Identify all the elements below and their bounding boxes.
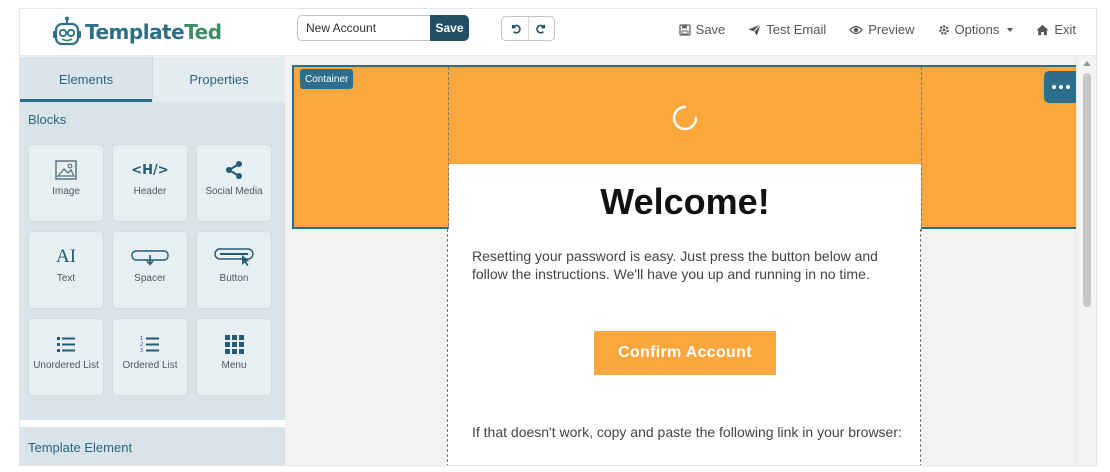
image-icon — [55, 159, 77, 181]
template-name-group: Save — [297, 15, 469, 41]
grid-icon — [224, 333, 244, 355]
dot-icon — [1066, 85, 1070, 89]
block-label: Social Media — [205, 186, 263, 197]
test-email-action[interactable]: Test Email — [748, 22, 826, 37]
block-label: Ordered List — [122, 360, 178, 371]
exit-action[interactable]: Exit — [1036, 22, 1076, 37]
header-icon: <H/> — [131, 159, 168, 181]
link-instructions-paragraph[interactable]: If that doesn't work, copy and paste the… — [472, 423, 902, 441]
gear-icon — [938, 24, 949, 35]
container-block[interactable]: Welcome! Container — [292, 65, 1078, 231]
svg-text:3: 3 — [140, 348, 143, 353]
chevron-down-icon — [1007, 27, 1014, 32]
confirm-account-button[interactable]: Confirm Account — [594, 331, 776, 375]
block-menu[interactable]: Menu — [196, 318, 272, 396]
welcome-block[interactable]: Welcome! — [449, 164, 921, 231]
unordered-list-icon — [56, 333, 76, 355]
block-label: Image — [52, 186, 80, 197]
floppy-disk-icon — [679, 23, 691, 36]
canvas-scrollbar[interactable] — [1076, 57, 1096, 465]
sidebar-tabs: Elements Properties — [20, 57, 285, 102]
dot-icon — [1052, 85, 1056, 89]
template-name-input[interactable] — [297, 15, 430, 41]
eye-icon — [849, 25, 864, 34]
logo[interactable]: TemplateTed — [52, 15, 222, 49]
logo-text-template: Template — [85, 20, 185, 44]
toolbar-actions: Save Test Email Preview Options Exit — [679, 22, 1076, 37]
app-window: TemplateTed Save Save Test Email — [19, 8, 1097, 466]
paper-plane-icon — [748, 23, 762, 35]
ordered-list-icon: 123 — [140, 333, 160, 355]
block-label: Spacer — [134, 273, 166, 284]
logo-text: TemplateTed — [85, 20, 222, 44]
tab-elements[interactable]: Elements — [20, 57, 152, 102]
block-ordered-list[interactable]: 123 Ordered List — [112, 318, 188, 396]
block-label: Menu — [221, 360, 247, 371]
undo-button[interactable] — [502, 17, 528, 40]
robot-logo-icon — [53, 16, 81, 46]
redo-icon — [536, 24, 546, 34]
text-icon: AI — [56, 246, 76, 268]
email-column-header: Welcome! — [448, 67, 922, 231]
block-label: Unordered List — [33, 360, 99, 371]
blocks-heading[interactable]: Blocks — [20, 102, 285, 136]
scroll-up-arrow-icon[interactable] — [1083, 61, 1091, 66]
block-image[interactable]: Image — [28, 144, 104, 222]
redo-button[interactable] — [528, 17, 554, 40]
more-options-button[interactable] — [1044, 71, 1078, 103]
text-icon-glyph: AI — [55, 246, 77, 267]
home-icon — [1036, 24, 1049, 35]
block-label: Text — [56, 273, 76, 284]
save-action[interactable]: Save — [679, 22, 726, 37]
undo-redo-group — [501, 16, 555, 41]
email-canvas: Welcome! Container Resetting your passwo… — [292, 62, 1078, 465]
loading-spinner-icon — [672, 105, 698, 131]
block-button[interactable]: Button — [196, 231, 272, 309]
button-icon — [214, 246, 254, 268]
name-save-button[interactable]: Save — [430, 15, 469, 41]
options-dropdown[interactable]: Options — [938, 22, 1014, 37]
block-spacer[interactable]: Spacer — [112, 231, 188, 309]
block-label: Header — [133, 186, 167, 197]
logo-text-ted: Ted — [184, 20, 222, 44]
block-social-media[interactable]: Social Media — [196, 144, 272, 222]
share-icon — [224, 159, 244, 181]
block-unordered-list[interactable]: Unordered List — [28, 318, 104, 396]
welcome-heading: Welcome! — [600, 181, 770, 222]
preview-action[interactable]: Preview — [849, 22, 915, 37]
sidebar: Elements Properties Blocks Image <H/> He… — [20, 57, 285, 465]
block-header[interactable]: <H/> Header — [112, 144, 188, 222]
container-tag[interactable]: Container — [300, 69, 354, 89]
undo-icon — [511, 24, 521, 34]
email-body-block[interactable]: Resetting your password is easy. Just pr… — [447, 229, 921, 465]
scroll-thumb[interactable] — [1083, 73, 1091, 307]
tab-properties[interactable]: Properties — [152, 57, 285, 102]
block-label: Button — [219, 273, 249, 284]
template-element-heading[interactable]: Template Element — [20, 427, 285, 465]
preview-label: Preview — [868, 22, 915, 37]
options-label: Options — [954, 22, 1000, 37]
blocks-grid: Image <H/> Header Social Media AI Text S… — [20, 136, 285, 420]
block-text[interactable]: AI Text — [28, 231, 104, 309]
test-email-label: Test Email — [766, 22, 827, 37]
body-paragraph[interactable]: Resetting your password is easy. Just pr… — [472, 247, 902, 283]
header-icon-text: <H/> — [131, 162, 169, 178]
spacer-icon — [131, 246, 169, 268]
dot-icon — [1059, 85, 1063, 89]
exit-label: Exit — [1054, 22, 1076, 37]
top-toolbar: TemplateTed Save Save Test Email — [20, 9, 1096, 56]
save-action-label: Save — [695, 22, 726, 37]
